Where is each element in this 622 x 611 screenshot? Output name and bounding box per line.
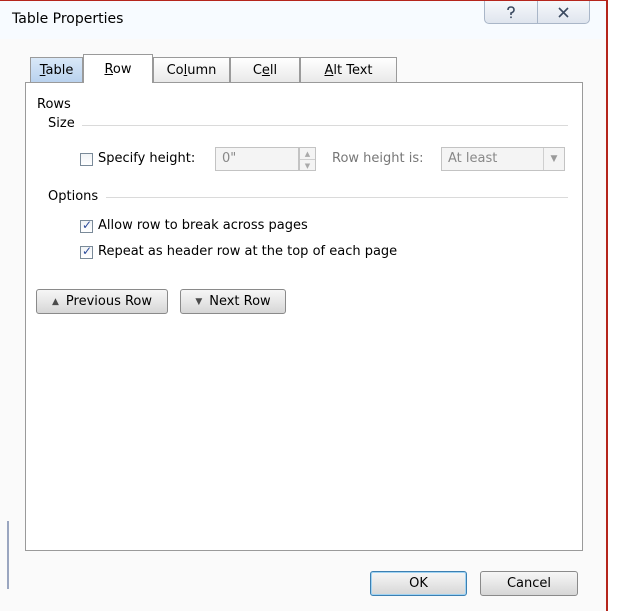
row-height-is-label: Row height is: bbox=[332, 151, 424, 166]
cancel-label: Cancel bbox=[506, 576, 552, 591]
options-heading: Options bbox=[48, 189, 99, 204]
tab-alt-text[interactable]: Alt Text bbox=[300, 57, 397, 82]
triangle-up-icon: ▲ bbox=[51, 296, 59, 307]
row-height-is-select[interactable]: At least ▼ bbox=[441, 147, 565, 171]
size-heading: Size bbox=[48, 116, 75, 131]
tab-label: Cell bbox=[252, 62, 278, 78]
rows-heading: Rows bbox=[37, 97, 71, 112]
tab-label: Table bbox=[39, 62, 74, 78]
options-divider bbox=[106, 197, 568, 198]
tab-label: Column bbox=[166, 62, 217, 78]
triangle-down-icon: ▼ bbox=[195, 296, 203, 307]
cancel-button[interactable]: Cancel bbox=[480, 571, 578, 596]
chevron-down-icon[interactable]: ▼ bbox=[543, 148, 564, 170]
height-spinner[interactable]: ▲ ▼ bbox=[299, 147, 316, 171]
tab-table[interactable]: Table bbox=[30, 57, 83, 82]
caption-buttons bbox=[484, 1, 590, 24]
height-value: 0" bbox=[222, 151, 237, 166]
specify-height-label: Specify height: bbox=[98, 151, 196, 166]
row-tab-panel: Rows Size Specify height: 0" ▲ ▼ Row hei… bbox=[25, 82, 583, 551]
title-bar: Table Properties bbox=[0, 1, 606, 39]
size-divider bbox=[82, 125, 568, 126]
tab-label: Alt Text bbox=[324, 62, 373, 78]
table-properties-dialog: Table Properties Table Row Column Cell A… bbox=[0, 0, 608, 611]
tab-label: Row bbox=[104, 61, 132, 77]
height-value-input[interactable]: 0" bbox=[215, 147, 299, 171]
spin-up-icon[interactable]: ▲ bbox=[300, 148, 315, 159]
spin-down-icon[interactable]: ▼ bbox=[300, 159, 315, 171]
repeat-header-checkbox[interactable] bbox=[80, 244, 93, 259]
window-edge bbox=[7, 521, 9, 589]
allow-break-label: Allow row to break across pages bbox=[98, 218, 308, 233]
next-row-label: Next Row bbox=[209, 294, 271, 309]
previous-row-button[interactable]: ▲ Previous Row bbox=[36, 289, 168, 314]
repeat-header-label: Repeat as header row at the top of each … bbox=[98, 244, 398, 259]
allow-break-checkbox[interactable] bbox=[80, 218, 93, 233]
window-title: Table Properties bbox=[12, 11, 124, 27]
previous-row-label: Previous Row bbox=[65, 294, 153, 309]
help-icon[interactable] bbox=[485, 1, 537, 23]
tab-cell[interactable]: Cell bbox=[230, 57, 300, 82]
next-row-button[interactable]: ▼ Next Row bbox=[180, 289, 286, 314]
specify-height-checkbox[interactable] bbox=[80, 153, 93, 166]
close-icon[interactable] bbox=[536, 1, 590, 23]
row-height-is-value: At least bbox=[448, 151, 498, 166]
ok-label: OK bbox=[409, 576, 428, 591]
tab-column[interactable]: Column bbox=[153, 57, 230, 82]
tab-row[interactable]: Row bbox=[83, 54, 153, 83]
ok-button[interactable]: OK bbox=[370, 571, 467, 596]
